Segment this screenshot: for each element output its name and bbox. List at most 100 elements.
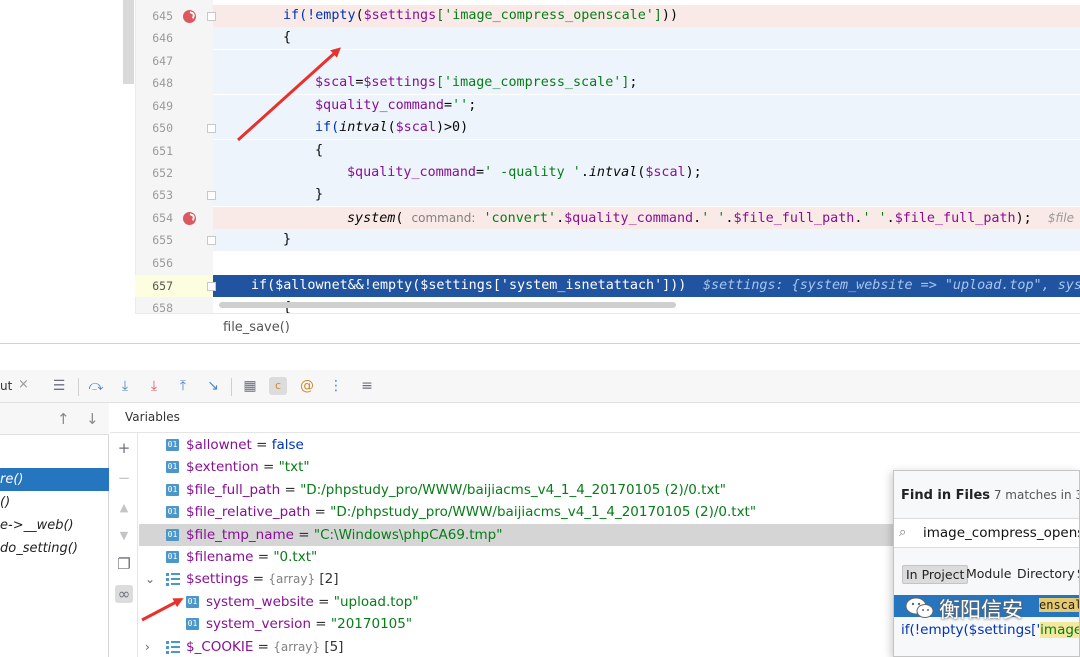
- wechat-logo-icon: [905, 597, 934, 618]
- step-into-icon[interactable]: ⤓: [116, 377, 134, 395]
- code-line-650[interactable]: if(intval($scal)>0): [213, 117, 1080, 139]
- project-panel-scrollbar[interactable]: [123, 0, 134, 84]
- breadcrumb-function[interactable]: file_save(): [223, 320, 290, 335]
- frame-item[interactable]: e->__web(): [0, 514, 109, 537]
- variable-value: "D:/phpstudy_pro/WWW/baijiacms_v4_1_4_20…: [330, 504, 757, 521]
- frame-item[interactable]: re(): [0, 468, 109, 491]
- add-icon[interactable]: +: [115, 439, 133, 457]
- move-down-icon[interactable]: ▼: [115, 527, 133, 545]
- watermark: 衡阳信安: [905, 591, 1080, 625]
- line-number: 651: [152, 144, 173, 158]
- primitive-icon: 01: [186, 595, 199, 608]
- code-line-652[interactable]: $quality_command=' -quality '.intval($sc…: [213, 162, 1080, 184]
- search-icon: ⌕: [899, 525, 907, 540]
- evaluate-expression-icon[interactable]: ▦: [241, 377, 259, 395]
- remove-icon[interactable]: −: [115, 469, 133, 487]
- list-icon[interactable]: ⋮: [327, 377, 345, 395]
- primitive-icon: 01: [166, 461, 179, 474]
- force-step-into-icon[interactable]: ⤓: [145, 377, 163, 395]
- code-line-653[interactable]: }: [213, 184, 1080, 206]
- scope-module[interactable]: Module: [963, 565, 1014, 582]
- toolbar-separator: [78, 378, 79, 396]
- code-line-648[interactable]: $scal=$settings['image_compress_scale'];: [213, 72, 1080, 94]
- menu-icon[interactable]: ☰: [50, 377, 68, 395]
- code-line-655[interactable]: }: [213, 229, 1080, 251]
- arrow-up-icon[interactable]: ↑: [57, 410, 70, 428]
- scope-directory[interactable]: Directory: [1014, 565, 1078, 582]
- primitive-icon: 01: [166, 483, 179, 496]
- debug-tab-label[interactable]: ut: [0, 379, 12, 393]
- arrow-down-icon[interactable]: ↓: [86, 410, 99, 428]
- code-line-647[interactable]: [213, 50, 1080, 72]
- line-number: 656: [152, 256, 173, 270]
- variable-name: $file_full_path = "D:/phpstudy_pro/WWW/b…: [186, 481, 726, 498]
- fold-marker-icon[interactable]: [207, 236, 216, 245]
- variable-value: "20170105": [330, 616, 413, 633]
- primitive-icon: 01: [166, 506, 179, 519]
- fold-marker-icon[interactable]: [207, 12, 216, 21]
- line-number: 655: [152, 233, 173, 247]
- step-out-icon[interactable]: ⤒: [174, 377, 192, 395]
- array-icon: [166, 571, 180, 587]
- breakpoint-icon[interactable]: [183, 10, 196, 23]
- variables-header: Variables: [110, 403, 1080, 433]
- move-up-icon[interactable]: ▲: [115, 499, 133, 517]
- toolbar-separator: [231, 378, 232, 396]
- find-in-files-popup: Find in Files 7 matches in 3 file ⌕ imag…: [893, 470, 1080, 657]
- line-number: 645: [152, 9, 173, 23]
- add-watch-icon[interactable]: ≡: [358, 377, 376, 395]
- line-number: 652: [152, 166, 173, 180]
- fold-marker-icon[interactable]: [207, 124, 216, 133]
- find-title-text: Find in Files: [901, 488, 991, 503]
- show-constants-icon[interactable]: c: [269, 377, 287, 395]
- find-search-field[interactable]: ⌕ image_compress_opens: [894, 518, 1079, 548]
- variables-title: Variables: [125, 410, 180, 424]
- code-editor[interactable]: if(!empty($settings['image_compress_open…: [0, 0, 1080, 313]
- code-line-656[interactable]: [213, 252, 1080, 274]
- line-number: 657: [152, 279, 173, 293]
- variable-value: "0.txt": [273, 549, 318, 565]
- find-match-count: 7 matches in 3 file: [993, 488, 1079, 502]
- find-query-input[interactable]: image_compress_opens: [923, 525, 1079, 541]
- copy-icon[interactable]: ❐: [115, 555, 133, 573]
- close-icon[interactable]: ×: [18, 377, 29, 392]
- watch-icon[interactable]: @: [298, 377, 316, 395]
- variable-name: $file_relative_path = "D:/phpstudy_pro/W…: [186, 504, 757, 521]
- primitive-icon: 01: [166, 439, 179, 451]
- debug-toolbar: ut × ☰ ⤼ ⤓ ⤓ ⤒ ↘ ▦ c @ ⋮ ≡: [0, 370, 1080, 403]
- line-number: 647: [152, 54, 173, 68]
- fold-marker-icon[interactable]: [207, 191, 216, 200]
- scope-scope[interactable]: S: [1074, 565, 1079, 582]
- variable-value: "upload.top": [333, 593, 419, 610]
- breakpoint-icon[interactable]: [183, 212, 196, 225]
- code-line-645[interactable]: if(!empty($settings['image_compress_open…: [213, 5, 1080, 27]
- variable-name: $filename = "0.txt": [186, 549, 318, 565]
- chevron-down-icon[interactable]: ⌄: [145, 568, 155, 590]
- fold-marker-icon[interactable]: [207, 282, 216, 291]
- variable-row[interactable]: 01 $allownet = false: [139, 434, 1080, 456]
- primitive-icon: 01: [186, 618, 199, 631]
- variable-name: $_COOKIE = {array} [5]: [186, 638, 344, 655]
- frame-item[interactable]: do_setting(): [0, 537, 109, 560]
- chevron-right-icon[interactable]: ›: [145, 636, 150, 657]
- run-to-cursor-icon[interactable]: ↘: [204, 377, 222, 395]
- glasses-icon[interactable]: ∞: [115, 585, 133, 603]
- frame-item[interactable]: (): [0, 491, 109, 514]
- breadcrumb[interactable]: file_save(): [135, 313, 1080, 343]
- variable-name: $extention = "txt": [186, 459, 310, 476]
- code-line-646[interactable]: {: [213, 27, 1080, 49]
- editor-horizontal-scrollbar[interactable]: [219, 302, 676, 308]
- code-line-649[interactable]: $quality_command='';: [213, 95, 1080, 117]
- scope-in-project[interactable]: In Project: [902, 565, 969, 584]
- code-line-651[interactable]: {: [213, 140, 1080, 162]
- step-over-icon[interactable]: ⤼: [87, 377, 105, 395]
- line-number: 650: [152, 121, 173, 135]
- code-line-654[interactable]: system( command: 'convert'.$quality_comm…: [213, 207, 1080, 229]
- line-number: 649: [152, 99, 173, 113]
- primitive-icon: 01: [166, 551, 179, 563]
- line-number: 653: [152, 188, 173, 202]
- line-number: 648: [152, 76, 173, 90]
- debug-tool-window-header: [0, 343, 1080, 370]
- code-line-657-current[interactable]: if($allownet&&!empty($settings['system_i…: [213, 275, 1080, 297]
- line-number: 646: [152, 31, 173, 45]
